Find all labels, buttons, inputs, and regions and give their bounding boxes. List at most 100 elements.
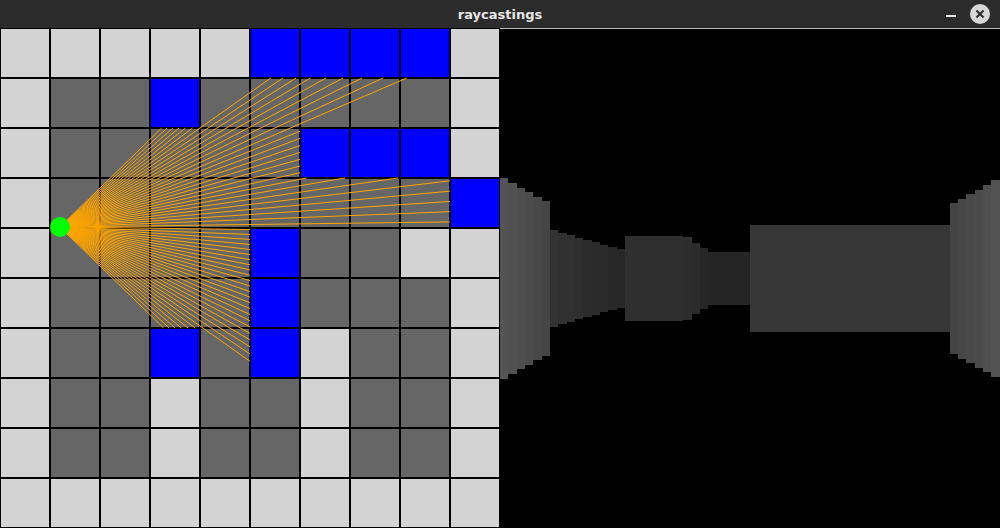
map-cell xyxy=(100,428,150,478)
map-cell xyxy=(200,28,250,78)
map-cell xyxy=(250,478,300,528)
map-cell xyxy=(0,178,50,228)
wall-column xyxy=(850,225,858,333)
ray xyxy=(60,201,450,227)
map-cell xyxy=(250,128,300,178)
game-area xyxy=(0,28,1000,528)
wall-column xyxy=(783,225,791,333)
ray xyxy=(60,128,193,227)
map-cell xyxy=(150,328,200,378)
wall-column xyxy=(700,248,708,309)
wall-column xyxy=(683,237,691,320)
wall-column xyxy=(525,192,533,364)
map-cell xyxy=(450,128,500,178)
map-cell xyxy=(350,428,400,478)
wall-column xyxy=(717,252,725,305)
wall-column xyxy=(875,225,883,333)
wall-column xyxy=(791,225,799,333)
ray xyxy=(60,78,271,227)
map-cell xyxy=(0,328,50,378)
wall-column xyxy=(642,236,650,321)
close-icon[interactable] xyxy=(970,4,990,24)
ray xyxy=(60,227,175,328)
map-cell xyxy=(50,178,100,228)
wall-column xyxy=(742,252,750,305)
ray xyxy=(60,128,179,227)
ray xyxy=(60,146,300,227)
wall-column xyxy=(658,236,666,321)
ray xyxy=(60,227,250,249)
wall-column xyxy=(625,236,633,321)
map-cell xyxy=(450,178,500,228)
map-cell xyxy=(250,328,300,378)
map-cell xyxy=(450,428,500,478)
ray xyxy=(60,128,173,227)
wall-column xyxy=(950,203,958,355)
map-cell xyxy=(100,78,150,128)
map-grid xyxy=(0,28,500,528)
map-cell xyxy=(100,478,150,528)
map-cell xyxy=(300,378,350,428)
wall-column xyxy=(925,225,933,333)
ray xyxy=(60,227,250,255)
first-person-view xyxy=(500,28,1000,528)
map-cell xyxy=(350,178,400,228)
player-icon xyxy=(50,217,70,237)
wall-column xyxy=(775,225,783,333)
wall-column xyxy=(633,236,641,321)
wall-column xyxy=(592,242,600,314)
ray xyxy=(60,227,250,234)
ray xyxy=(60,78,296,227)
ray-layer xyxy=(0,28,500,528)
ray xyxy=(60,227,181,328)
wall-column xyxy=(991,180,999,378)
map-cell xyxy=(0,228,50,278)
ray xyxy=(60,128,186,227)
ray xyxy=(60,178,398,227)
map-cell xyxy=(0,28,50,78)
map-cell xyxy=(250,278,300,328)
map-cell xyxy=(300,78,350,128)
title-bar: raycastings xyxy=(0,0,1000,28)
wall-column xyxy=(975,190,983,368)
ray xyxy=(60,227,250,347)
wall-column xyxy=(858,225,866,333)
ray xyxy=(60,78,383,227)
map-cell xyxy=(400,78,450,128)
wall-column xyxy=(650,236,658,321)
wall-column xyxy=(508,183,516,374)
minimize-icon[interactable] xyxy=(946,15,956,17)
wall-column xyxy=(941,225,949,333)
map-cell xyxy=(450,478,500,528)
wall-column xyxy=(558,233,566,325)
ray xyxy=(60,78,283,227)
map-cell xyxy=(400,128,450,178)
wall-column xyxy=(966,194,974,363)
wall-column xyxy=(733,252,741,305)
map-cell xyxy=(150,478,200,528)
wall-column xyxy=(517,188,525,370)
ray xyxy=(60,178,306,227)
window-title: raycastings xyxy=(450,7,550,22)
map-cell xyxy=(50,78,100,128)
wall-column xyxy=(983,185,991,373)
map-cell xyxy=(400,328,450,378)
map-cell xyxy=(350,278,400,328)
ray xyxy=(60,227,250,321)
map-cell xyxy=(0,128,50,178)
map-cell xyxy=(400,428,450,478)
ray xyxy=(60,166,300,227)
ray xyxy=(60,128,167,227)
map-cell xyxy=(350,478,400,528)
window-controls xyxy=(550,4,1000,24)
ray xyxy=(60,227,250,303)
ray xyxy=(60,173,300,227)
ray xyxy=(60,78,343,227)
ray xyxy=(60,227,250,327)
map-cell xyxy=(150,378,200,428)
map-cell xyxy=(200,78,250,128)
map-cell xyxy=(450,28,500,78)
map-cell xyxy=(250,178,300,228)
map-cell xyxy=(400,178,450,228)
wall-column xyxy=(808,225,816,333)
